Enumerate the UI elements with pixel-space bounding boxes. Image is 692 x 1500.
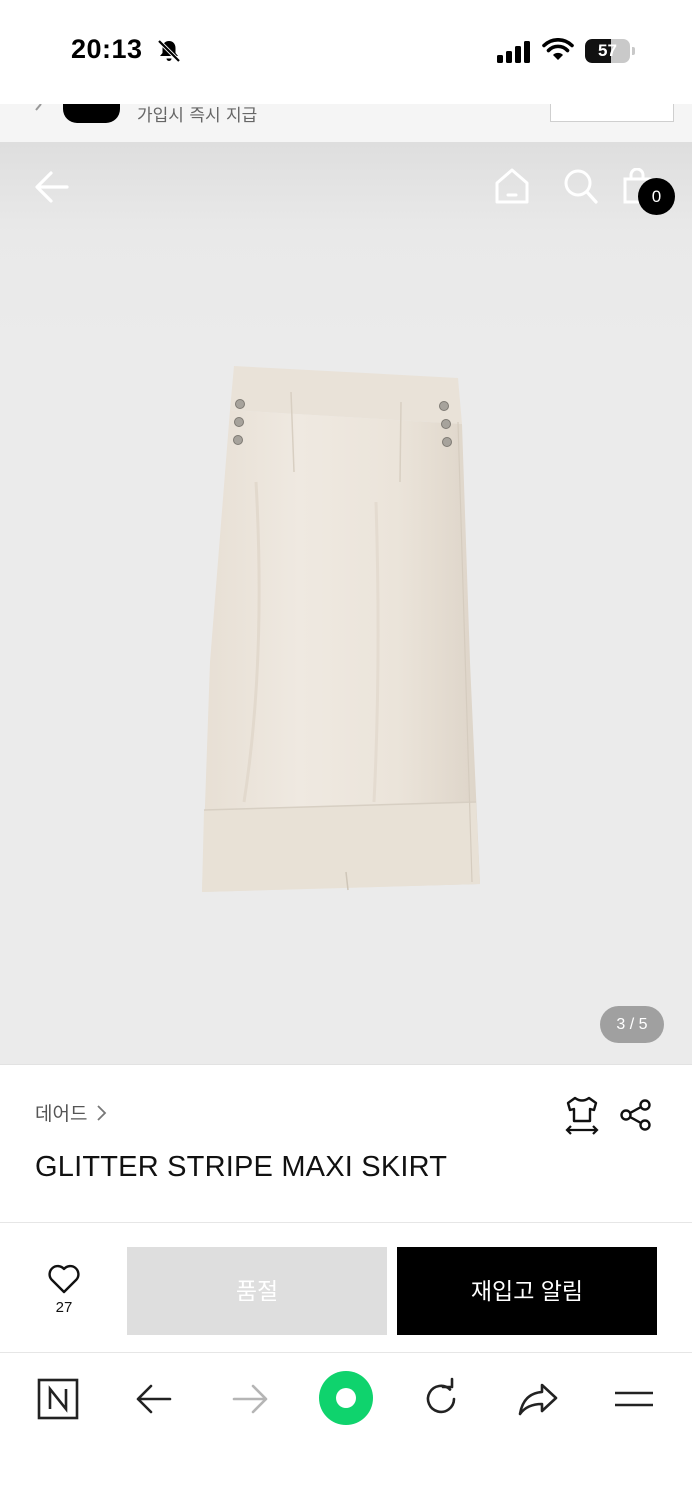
battery-icon: 57 [585,39,635,63]
share-arrow-icon[interactable] [516,1377,560,1421]
brand-link[interactable]: 데어드 [35,1099,109,1126]
share-icon[interactable] [619,1099,653,1131]
promo-button[interactable] [550,104,674,122]
product-info: 데어드 GLITTER STRIPE MAXI SKIRT [0,1064,692,1222]
purchase-bar: 27 품절 재입고 알림 [0,1222,692,1352]
cart-count-badge[interactable]: 0 [638,178,675,215]
browser-toolbar [0,1352,692,1500]
wifi-icon [542,38,574,60]
heart-icon [48,1264,80,1294]
chevron-left-icon [35,104,42,111]
status-time: 20:13 [71,34,143,64]
promo-badge [63,104,120,123]
like-count: 27 [55,1299,73,1316]
green-dot-icon[interactable] [319,1371,373,1425]
home-icon[interactable] [494,167,530,205]
chevron-right-icon [97,1104,107,1121]
status-bar: 20:13 57 [0,0,692,104]
battery-level: 57 [598,41,617,60]
size-guide-icon[interactable] [563,1095,601,1135]
naver-n-icon[interactable] [36,1377,80,1421]
reload-icon[interactable] [419,1377,463,1421]
search-icon[interactable] [562,167,598,205]
bell-slash-icon [157,39,181,63]
signal-icon [497,41,530,63]
soldout-button[interactable]: 품절 [127,1247,387,1335]
back-arrow-icon[interactable] [132,1377,176,1421]
product-gallery[interactable]: 0 3 / 5 [0,142,692,1064]
like-button[interactable]: 27 [38,1263,90,1323]
back-arrow-icon[interactable] [34,170,70,204]
forward-arrow-icon[interactable] [228,1377,272,1421]
promo-banner[interactable]: 가입시 즉시 지급 [0,104,692,142]
gallery-pager: 3 / 5 [600,1006,664,1043]
promo-text: 가입시 즉시 지급 [137,106,258,126]
brand-name: 데어드 [35,1103,88,1125]
menu-icon[interactable] [612,1377,656,1421]
product-image-skirt [202,366,480,892]
restock-alert-button[interactable]: 재입고 알림 [397,1247,657,1335]
product-title: GLITTER STRIPE MAXI SKIRT [35,1151,448,1183]
